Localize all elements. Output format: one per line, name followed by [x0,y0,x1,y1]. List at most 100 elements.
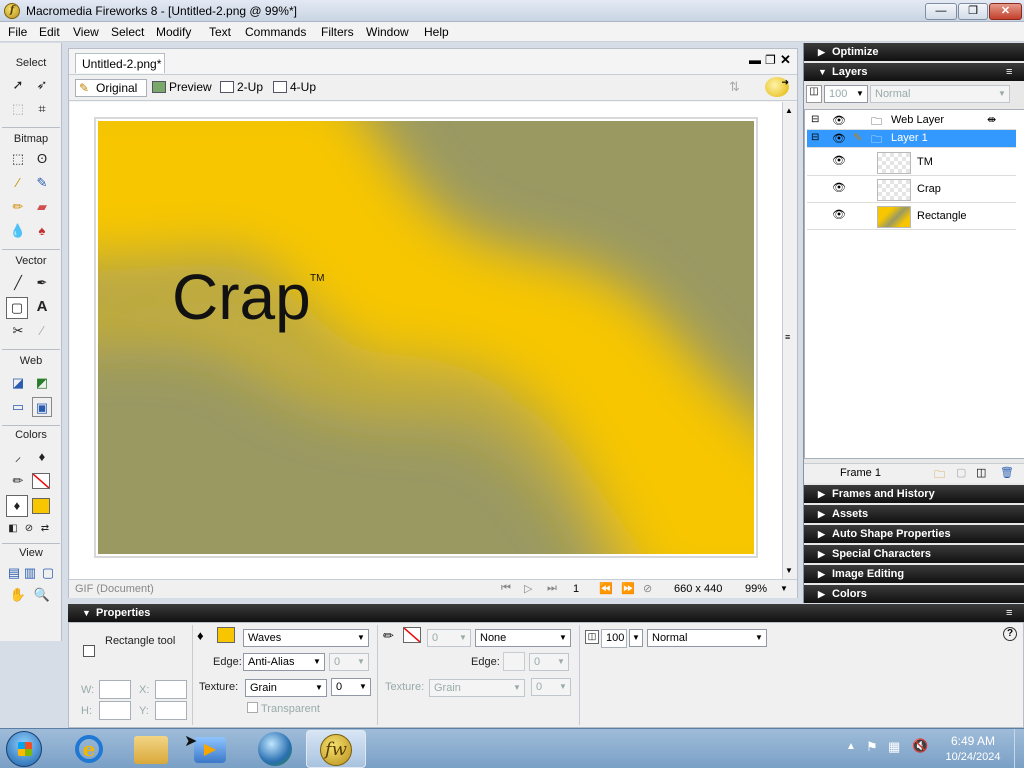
paint-bucket-tool-icon[interactable]: ♦ [32,447,52,467]
action-center-flag-icon[interactable]: ⚑ [866,739,878,755]
freeform-tool-icon[interactable]: ✂ [8,321,28,341]
stroke-color-swatch[interactable] [403,627,421,643]
height-field[interactable] [99,701,131,720]
eye-icon[interactable]: 👁 [831,210,847,221]
show-desktop-button[interactable] [1014,729,1024,768]
doc-restore-icon[interactable]: ❐ [765,53,776,67]
zoom-level[interactable]: 99% [745,583,767,595]
restore-button[interactable]: ❐ [958,3,988,20]
auto-shape-properties-panel-header[interactable]: ▶ Auto Shape Properties [804,525,1024,543]
show-slices-icon[interactable]: ▣ [32,397,52,417]
pencil-tool-icon[interactable]: ✏ [8,197,28,217]
last-frame-icon[interactable]: ⏭ [547,582,557,595]
colors-panel-header[interactable]: ▶ Colors [804,585,1024,603]
object-opacity-field[interactable]: 100 [601,629,627,648]
no-stroke-fill-icon[interactable]: ⊘ [22,519,36,539]
menu-window[interactable]: Window [366,25,409,39]
object-blend-select[interactable]: Normal ▼ [647,629,767,647]
frames-history-panel-header[interactable]: ▶ Frames and History [804,485,1024,503]
fireworks-app-icon[interactable]: f [4,3,20,19]
doc-minimize-icon[interactable]: ▬ [749,53,761,67]
layer-web-layer[interactable]: ⊟ 👁 🗀 Web Layer ⇼ [807,112,1016,130]
zoom-tool-icon[interactable]: 🔍 [32,585,52,605]
fireworks-taskbar-button[interactable]: fw [306,730,366,768]
knife-tool-icon[interactable]: ⁄ [32,321,52,341]
eraser-tool-icon[interactable]: ▰ [32,197,52,217]
panel-options-icon[interactable]: ≡ [1006,604,1012,622]
panel-options-icon[interactable]: ≡ [1006,63,1012,81]
document-tab[interactable]: Untitled-2.png* [75,53,165,73]
pointer-tool-icon[interactable]: ➚ [8,75,28,95]
media-player-icon[interactable]: ▶ [194,737,226,763]
fill-edge-select[interactable]: Anti-Alias ▼ [243,653,325,671]
stroke-edge-amount[interactable]: 0 ▼ [529,653,569,671]
menu-commands[interactable]: Commands [245,25,306,39]
delete-layer-icon[interactable]: 🗑 [1000,466,1014,479]
stroke-color-icon[interactable]: ✏ [8,471,28,491]
help-icon[interactable]: ? [1003,627,1017,641]
assets-panel-header[interactable]: ▶ Assets [804,505,1024,523]
rubber-stamp-tool-icon[interactable]: ♠ [32,221,52,241]
stroke-color-swatch[interactable] [32,473,50,489]
text-tool-icon[interactable]: A [32,297,52,317]
layer-opacity-field[interactable]: 100 ▼ [824,85,868,103]
collapse-icon[interactable]: ⊟ [811,114,819,125]
canvas-artwork[interactable]: Crap TM [98,121,754,554]
menu-select[interactable]: Select [111,25,144,39]
eye-icon[interactable]: 👁 [831,183,847,194]
subselection-tool-icon[interactable]: ➶ [32,75,52,95]
tray-expand-icon[interactable]: ▲ [846,741,856,752]
view-2up-button[interactable]: 2-Up [217,79,263,97]
properties-panel-header[interactable]: ▼ Properties ≡ [68,604,1024,622]
stop-icon[interactable]: ⊘ [643,582,652,595]
close-button[interactable]: ✕ [989,3,1022,20]
file-explorer-icon[interactable] [134,736,168,764]
stroke-texture-select[interactable]: Grain ▼ [429,679,525,697]
layer-object-rectangle[interactable]: 👁 Rectangle [807,204,1016,230]
fill-color-icon[interactable]: ♦ [6,495,28,517]
brush-tool-icon[interactable]: ✎ [32,173,52,193]
menu-file[interactable]: File [8,25,27,39]
stroke-texture-amount[interactable]: 0 ▼ [531,678,571,696]
vertical-scrollbar[interactable]: ▲ ≡ ▼ [782,102,797,579]
view-4up-button[interactable]: 4-Up [270,79,316,97]
tray-clock-date[interactable]: 10/24/2024 [938,751,1008,763]
stroke-size-field[interactable]: 0 ▼ [427,629,471,647]
fullscreen-menus-mode-icon[interactable]: ▥ [20,563,40,583]
magic-wand-tool-icon[interactable]: ⁄ [8,173,28,193]
rectangle-tool-icon[interactable]: ▢ [6,297,28,319]
new-layer-icon[interactable]: ◫ [976,466,986,479]
menu-text[interactable]: Text [209,25,231,39]
canvas-area[interactable]: Crap TM [70,102,782,579]
tray-clock-time[interactable]: 6:49 AM [938,734,1008,748]
y-field[interactable] [155,701,187,720]
marquee-tool-icon[interactable]: ⬚ [8,149,28,169]
collapse-icon[interactable]: ⊟ [811,132,819,143]
view-original-button[interactable]: ✎ Original [75,79,147,97]
slice-tool-icon[interactable]: ◩ [32,373,52,393]
new-bitmap-icon[interactable]: ▢ [956,466,966,479]
optimize-panel-header[interactable]: ▶ Optimize [804,43,1024,61]
width-field[interactable] [99,680,131,699]
lasso-tool-icon[interactable]: ʘ [32,149,52,169]
scroll-thumb-grip[interactable]: ≡ [785,332,790,342]
start-button[interactable] [6,731,42,767]
internet-explorer-icon[interactable]: e [72,732,106,766]
scroll-down-icon[interactable]: ▼ [785,566,793,575]
fill-edge-amount[interactable]: 0 ▼ [329,653,369,671]
eye-icon[interactable]: 👁 [831,156,847,167]
zoom-dropdown-icon[interactable]: ▼ [780,584,788,593]
doc-close-icon[interactable]: ✕ [780,52,791,68]
layer-layer-1[interactable]: ⊟ 👁 ✎ 🗀 Layer 1 [807,130,1016,148]
hide-slices-icon[interactable]: ▭ [8,397,28,417]
export-icon[interactable]: ⇅ [729,79,740,95]
hand-tool-icon[interactable]: ✋ [8,585,28,605]
opacity-dropdown-icon[interactable]: ▼ [629,629,643,647]
next-frame-icon[interactable]: ⏩ [621,582,635,595]
layer-blend-select[interactable]: Normal ▼ [870,85,1010,103]
fill-texture-select[interactable]: Grain ▼ [245,679,327,697]
scroll-up-icon[interactable]: ▲ [785,106,793,115]
menu-modify[interactable]: Modify [156,25,191,39]
swap-colors-icon[interactable]: ⇄ [38,519,52,539]
special-characters-panel-header[interactable]: ▶ Special Characters [804,545,1024,563]
